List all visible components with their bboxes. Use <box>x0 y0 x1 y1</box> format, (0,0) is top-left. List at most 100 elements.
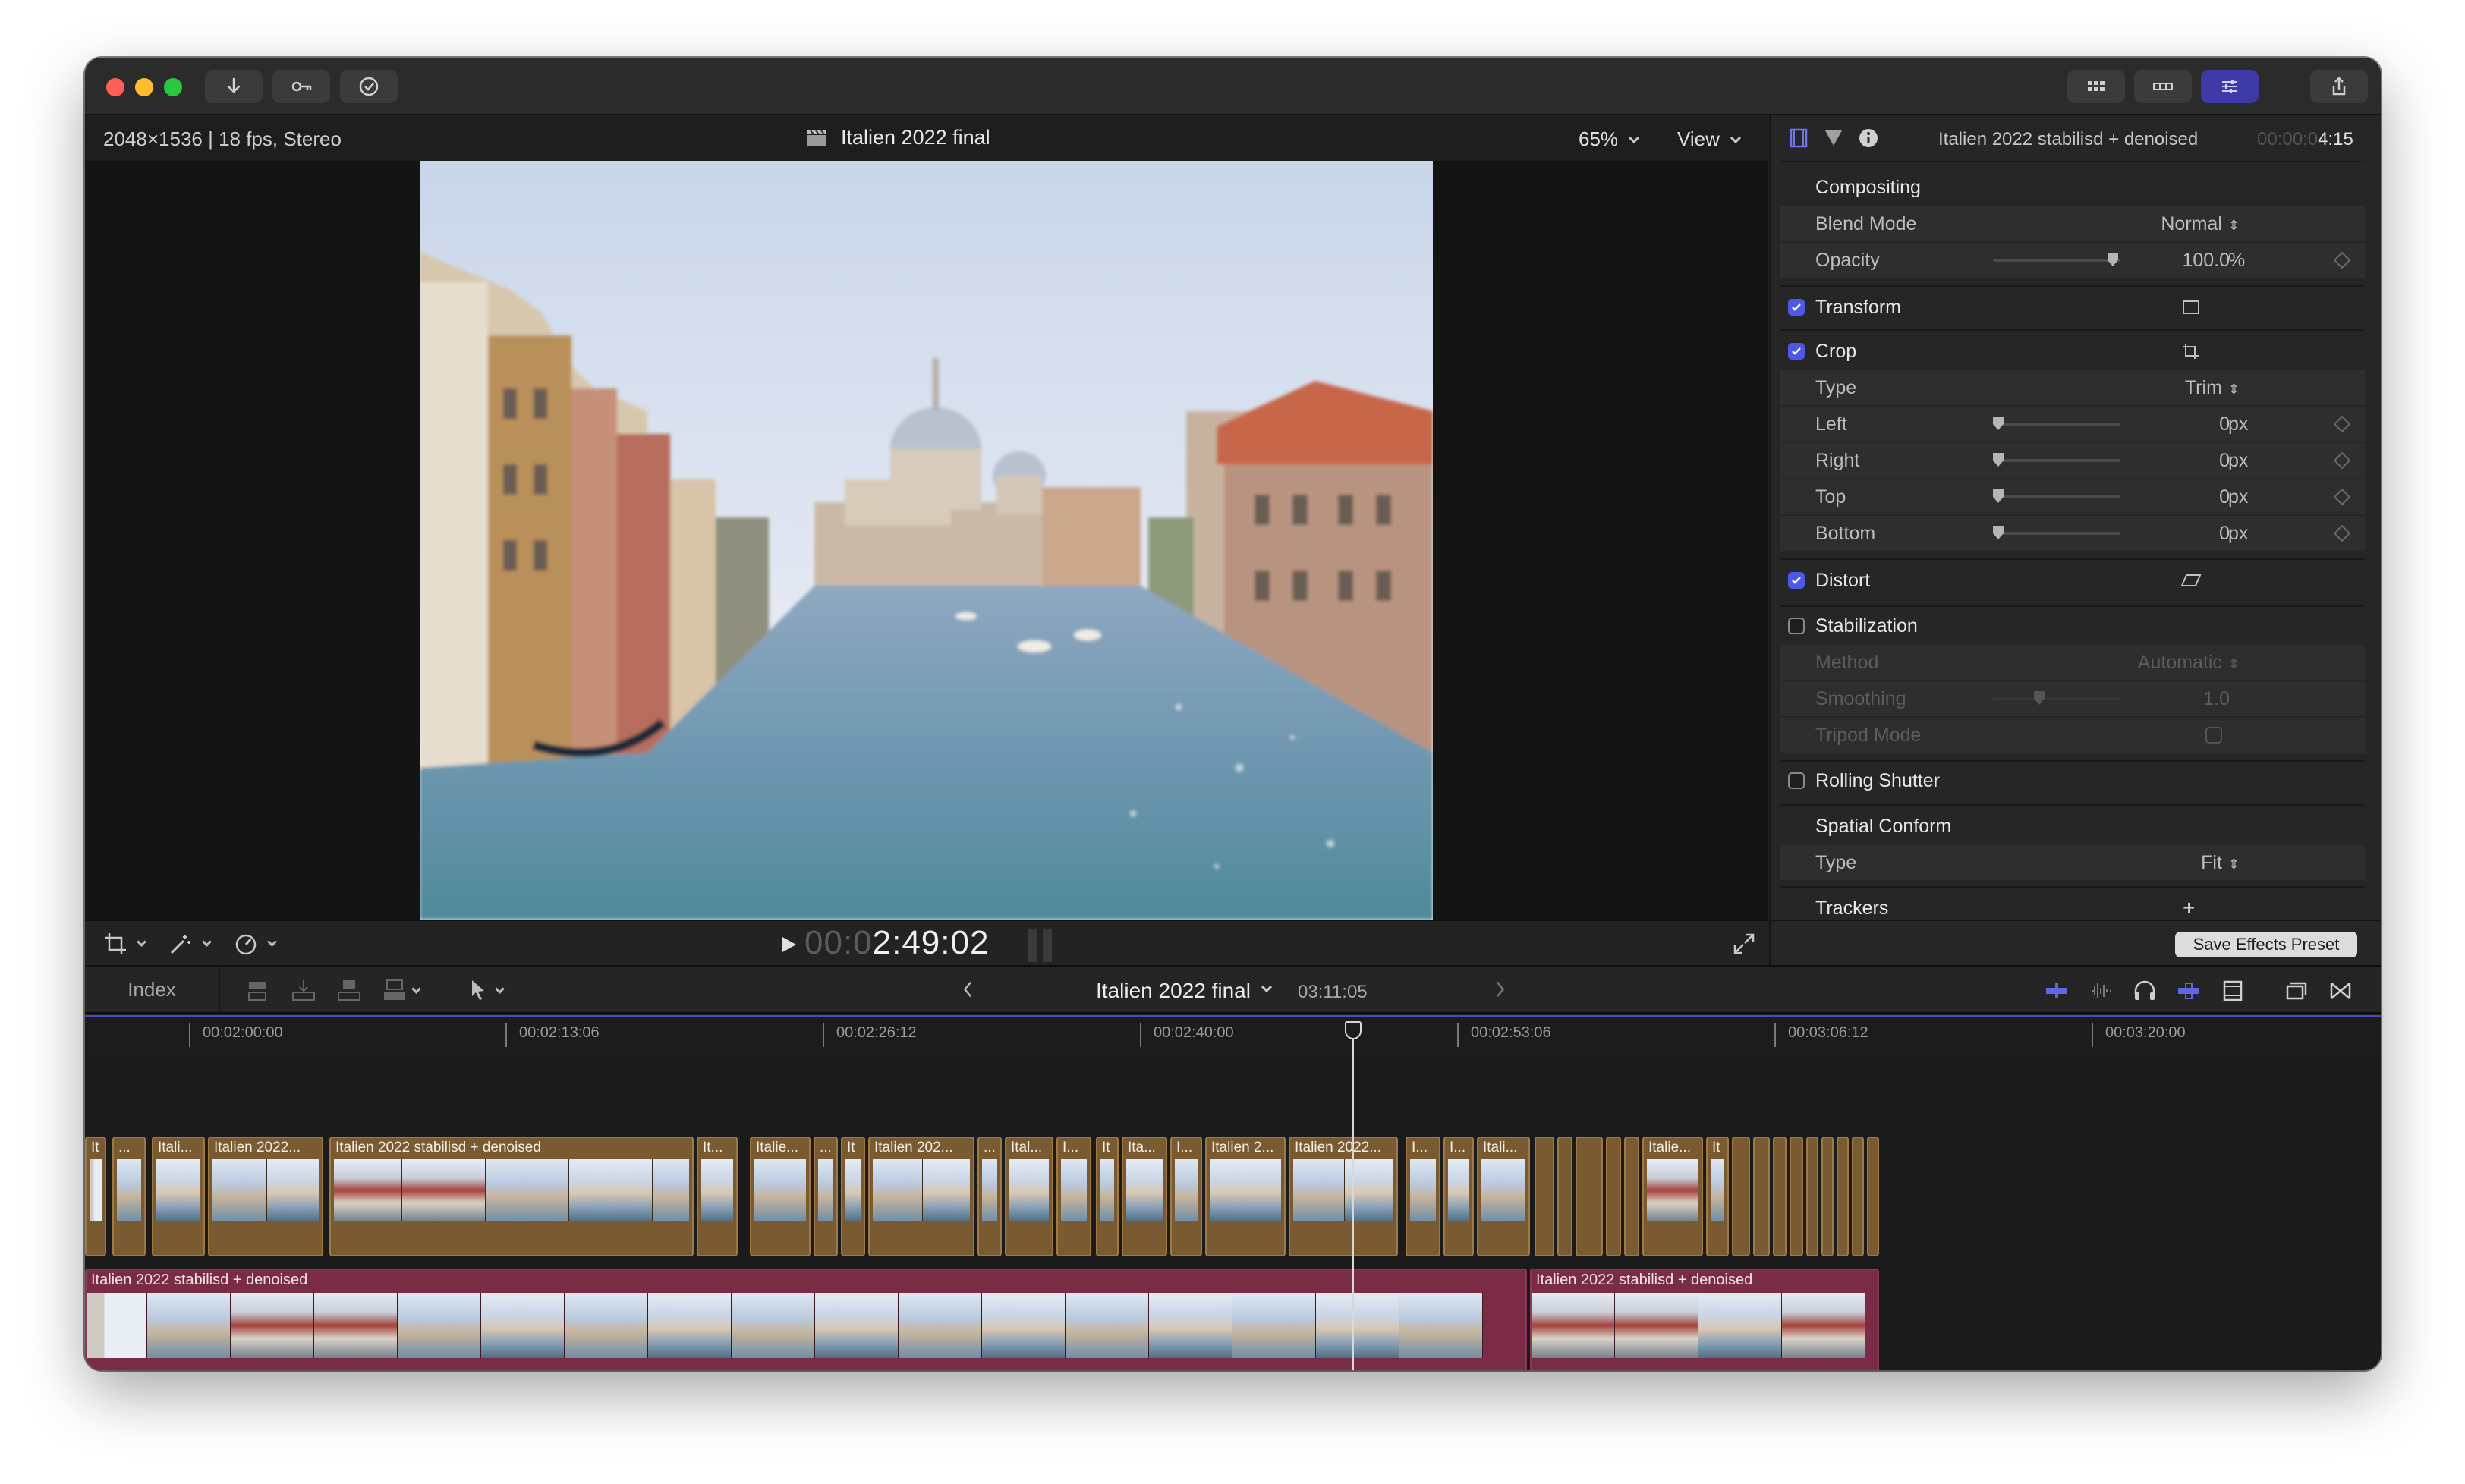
tripod-mode-checkbox[interactable] <box>2205 727 2222 744</box>
timeline-clip[interactable]: Ita... <box>1122 1137 1167 1256</box>
history-back-button[interactable] <box>958 979 979 1004</box>
timeline-clip[interactable] <box>1806 1137 1818 1256</box>
timeline-clip[interactable]: ... <box>814 1137 838 1256</box>
transform-tool-menu[interactable] <box>103 932 146 956</box>
smoothing-slider[interactable] <box>1993 691 2120 705</box>
zoom-menu[interactable]: 65% <box>1579 127 1640 151</box>
timeline-clip[interactable]: Italie... <box>1642 1137 1703 1256</box>
crop-left-slider[interactable] <box>1993 417 2120 430</box>
playhead[interactable] <box>1352 1023 1354 1370</box>
share-button[interactable] <box>2310 70 2368 103</box>
info-inspector-tab[interactable] <box>1858 127 1879 154</box>
slider-knob[interactable] <box>1993 489 2004 503</box>
crop-right-slider[interactable] <box>1993 453 2120 467</box>
transform-checkbox[interactable] <box>1788 299 1805 316</box>
opacity-value[interactable]: 100.0 <box>2182 250 2230 272</box>
transform-section[interactable]: Transform <box>1780 290 2365 325</box>
zoom-window-button[interactable] <box>164 78 182 96</box>
video-inspector-tab[interactable] <box>1788 127 1809 154</box>
timeline-clip[interactable] <box>1837 1137 1849 1256</box>
timeline-clip[interactable]: I... <box>1406 1137 1440 1256</box>
method-popup[interactable]: Automatic ⇕ <box>2138 652 2240 674</box>
timeline-clip[interactable]: ... <box>112 1137 146 1256</box>
connect-clip-button[interactable] <box>244 977 272 1008</box>
stabilization-section[interactable]: Stabilization <box>1780 608 2365 643</box>
opacity-slider[interactable] <box>1993 253 2120 266</box>
timeline-clip[interactable]: Italien 2... <box>1205 1137 1286 1256</box>
effects-browser-button[interactable] <box>2327 977 2354 1008</box>
fullscreen-button[interactable] <box>1732 932 1756 960</box>
distort-onscreen-icon[interactable] <box>2180 572 2202 589</box>
timeline-tracks[interactable]: It ... Itali... Italien 2022... Italien … <box>85 1058 2381 1370</box>
timeline-clip[interactable]: It <box>85 1137 106 1256</box>
smoothing-value[interactable]: 1.0 <box>2203 688 2230 710</box>
snapping-button[interactable] <box>2219 977 2246 1008</box>
crop-section[interactable]: Crop <box>1780 334 2365 369</box>
slider-knob[interactable] <box>2034 691 2045 705</box>
timeline-clip[interactable] <box>1606 1137 1621 1256</box>
primary-storyline-clip[interactable]: Italien 2022 stabilisd + denoised <box>1530 1269 1879 1370</box>
viewer-canvas[interactable] <box>85 161 1768 920</box>
timeline-clip[interactable]: Italien 2022... <box>1289 1137 1398 1256</box>
timeline-clip[interactable] <box>1852 1137 1864 1256</box>
blend-mode-popup[interactable]: Normal ⇕ <box>2161 213 2240 235</box>
audio-skimming-button[interactable] <box>2131 977 2158 1008</box>
keyframe-icon[interactable] <box>2333 415 2351 433</box>
timeline-toggle-button[interactable] <box>2134 70 2192 103</box>
spatial-conform-section[interactable]: Spatial Conform <box>1780 809 2365 844</box>
timeline-clip[interactable]: I... <box>1443 1137 1474 1256</box>
slider-knob[interactable] <box>2108 253 2118 266</box>
timeline-clip[interactable]: Ital... <box>1005 1137 1053 1256</box>
stabilization-checkbox[interactable] <box>1788 618 1805 634</box>
transform-onscreen-icon[interactable] <box>2181 299 2201 316</box>
slider-knob[interactable] <box>1993 526 2004 539</box>
save-effects-preset-button[interactable]: Save Effects Preset <box>2175 932 2357 957</box>
timeline-clip[interactable]: I... <box>1056 1137 1091 1256</box>
import-button[interactable] <box>205 70 263 103</box>
timeline-clip[interactable] <box>1732 1137 1750 1256</box>
timeline-clip[interactable]: I... <box>1170 1137 1202 1256</box>
timecode-display[interactable]: 00:02:49:02 <box>804 924 989 962</box>
compositing-section[interactable]: Compositing <box>1780 170 2365 205</box>
browser-toggle-button[interactable] <box>2067 70 2125 103</box>
keyframe-icon[interactable] <box>2333 251 2351 269</box>
insert-clip-button[interactable] <box>290 977 317 1008</box>
keywords-button[interactable] <box>272 70 330 103</box>
timeline-clip[interactable] <box>1576 1137 1603 1256</box>
timeline-clip[interactable] <box>1821 1137 1834 1256</box>
clip-appearance-menu[interactable] <box>2283 977 2310 1008</box>
timeline-clip[interactable] <box>1557 1137 1572 1256</box>
keyframe-icon[interactable] <box>2333 524 2351 542</box>
tool-select-menu[interactable] <box>464 977 518 1005</box>
crop-onscreen-icon[interactable] <box>2181 342 2201 360</box>
timeline-clip[interactable]: Italie... <box>750 1137 811 1256</box>
retime-menu[interactable] <box>234 932 277 956</box>
timeline-clip[interactable] <box>1624 1137 1639 1256</box>
timeline-clip[interactable]: Itali... <box>152 1137 205 1256</box>
distort-section[interactable]: Distort <box>1780 563 2365 598</box>
minimize-window-button[interactable] <box>135 78 153 96</box>
play-button[interactable] <box>779 935 798 958</box>
crop-top-slider[interactable] <box>1993 489 2120 503</box>
rolling-shutter-section[interactable]: Rolling Shutter <box>1780 763 2365 798</box>
solo-button[interactable] <box>2175 977 2202 1008</box>
close-window-button[interactable] <box>106 78 124 96</box>
clip-appearance-button[interactable] <box>2043 977 2070 1008</box>
audio-waveform-button[interactable] <box>2087 977 2114 1008</box>
enhancements-menu[interactable] <box>168 932 212 956</box>
playhead-handle[interactable] <box>1345 1021 1362 1039</box>
slider-knob[interactable] <box>1993 417 2004 430</box>
timeline-clip[interactable] <box>1535 1137 1554 1256</box>
keyframe-icon[interactable] <box>2333 451 2351 470</box>
color-inspector-tab[interactable] <box>1823 127 1844 154</box>
crop-type-popup[interactable]: Trim ⇕ <box>2185 377 2240 399</box>
timeline-clip[interactable]: Italien 2022 stabilisd + denoised <box>329 1137 694 1256</box>
spatial-conform-type-popup[interactable]: Fit ⇕ <box>2201 852 2240 874</box>
timeline-ruler[interactable]: 00:02:00:00 00:02:13:06 00:02:26:12 00:0… <box>85 1015 2381 1058</box>
timeline-clip[interactable] <box>1867 1137 1879 1256</box>
timeline-clip[interactable]: ... <box>978 1137 1002 1256</box>
add-tracker-button[interactable]: + <box>2183 896 2195 920</box>
primary-storyline-clip[interactable]: Italien 2022 stabilisd + denoised <box>85 1269 1527 1370</box>
timeline-clip[interactable] <box>1790 1137 1803 1256</box>
slider-knob[interactable] <box>1993 453 2004 467</box>
